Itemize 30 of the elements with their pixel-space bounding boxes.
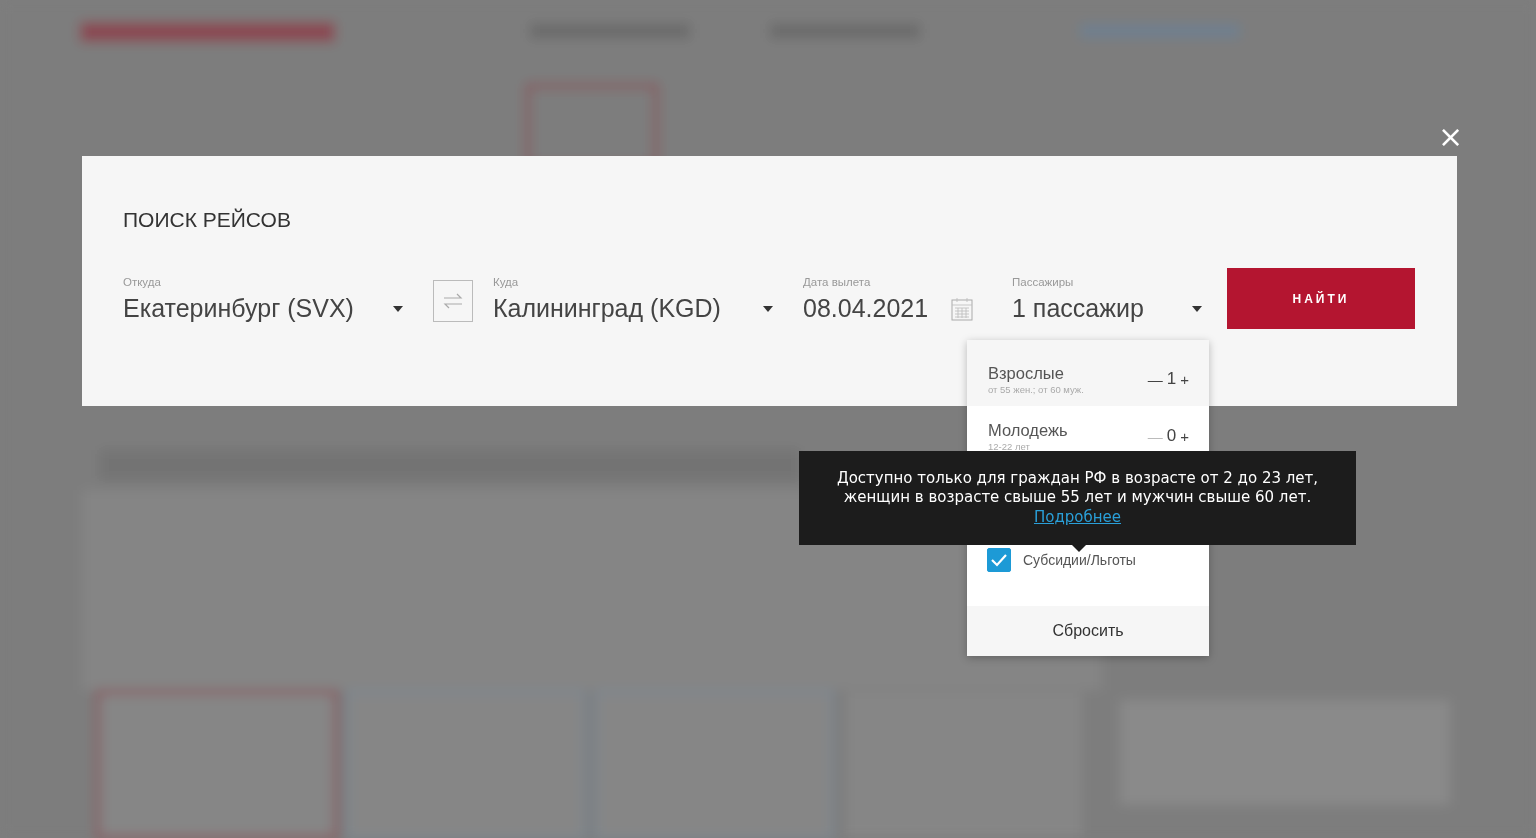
field-label: Дата вылета (803, 276, 872, 288)
departure-field[interactable]: Екатеринбург (SVX) (123, 294, 354, 323)
dialog-title: ПОИСК РЕЙСОВ (123, 208, 291, 232)
search-button[interactable]: НАЙТИ (1227, 268, 1415, 329)
age-hint: 12-22 лет (988, 440, 1031, 452)
age-hint: от 55 жен.; от 60 муж. (988, 383, 1084, 395)
field-label: Пассажиры (1012, 276, 1075, 288)
passenger-count: 1 (1166, 369, 1177, 389)
passenger-count: 0 (1166, 426, 1177, 446)
field-label: Откуда (123, 276, 162, 288)
more-link[interactable]: Подробнее (1033, 508, 1121, 527)
checkbox[interactable] (987, 548, 1011, 572)
destination-field[interactable]: Калининград (KGD) (493, 294, 721, 323)
field-label: Куда (493, 276, 520, 288)
increment-button[interactable]: + (1180, 427, 1189, 445)
passengers-field[interactable]: 1 пассажир (1012, 294, 1144, 323)
tooltip-text: женщин в возрасте свыше 55 лет и мужчин свыше 60 лет. (843, 488, 1312, 507)
caret-icon[interactable] (393, 305, 403, 312)
increment-button[interactable]: + (1180, 370, 1189, 388)
reset-button[interactable]: Сбросить (967, 606, 1209, 656)
passenger-type: Взрослые (988, 363, 1065, 383)
date-field[interactable]: 08.04.2021 (803, 294, 929, 323)
checkmark-icon (990, 553, 1008, 567)
passenger-type: Молодежь (988, 420, 1068, 440)
decrement-button[interactable]: — (1147, 370, 1163, 388)
caret-icon[interactable] (1192, 305, 1202, 312)
checkbox-label: Субсидии/Льготы (1023, 552, 1136, 568)
caret-icon[interactable] (763, 305, 773, 312)
tooltip-text: Доступно только для граждан РФ в возрасте от 2 до 23 лет, (836, 469, 1319, 488)
close-button[interactable]: × (1438, 122, 1462, 152)
